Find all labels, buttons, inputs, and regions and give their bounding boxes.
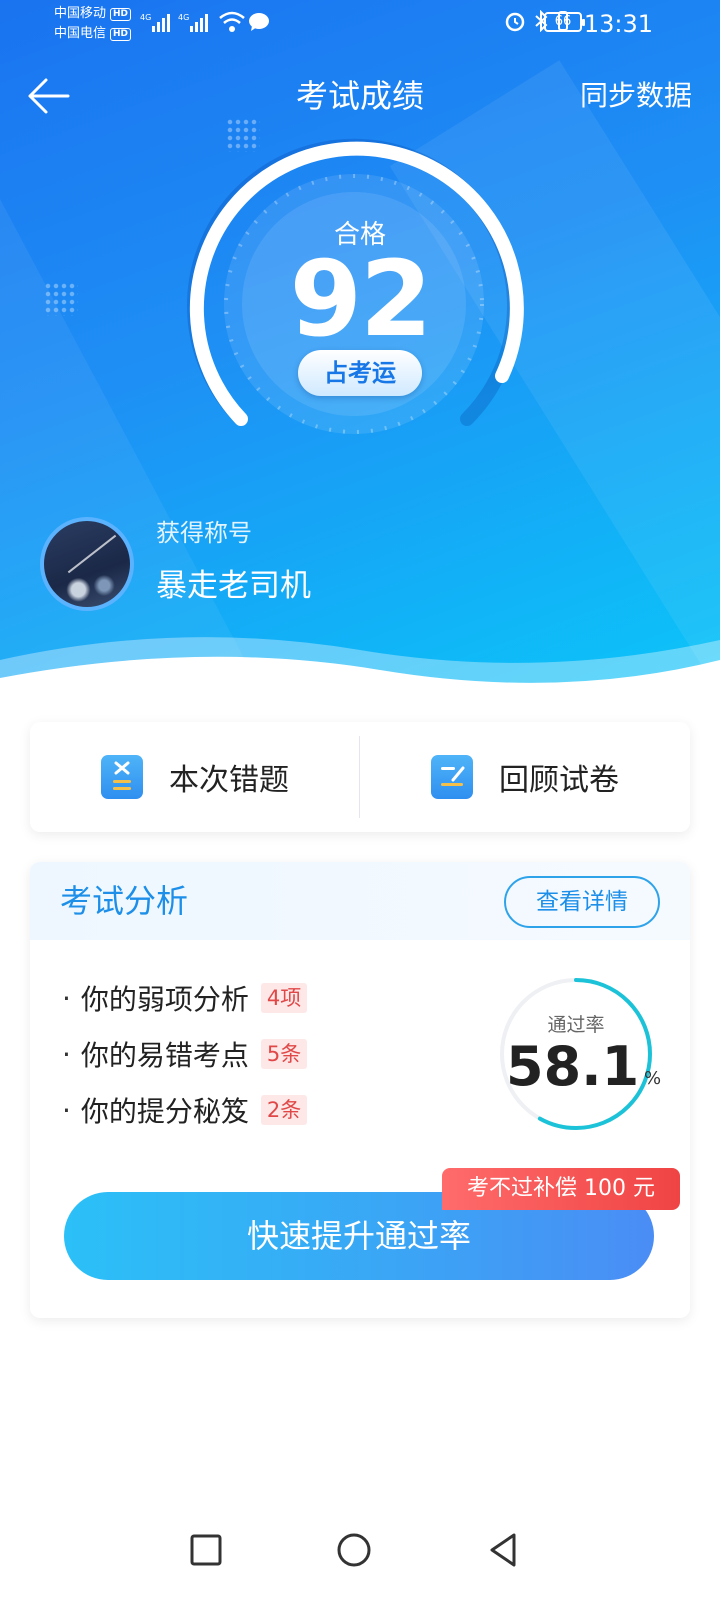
item-text: 你的提分秘笈	[80, 1095, 249, 1128]
battery-indicator: 66	[544, 12, 585, 32]
system-nav-bar	[0, 1500, 720, 1600]
rank-name: 暴走老司机	[156, 568, 311, 604]
bullet: ·	[62, 981, 71, 1015]
bullet: ·	[62, 1037, 71, 1071]
wrong-questions-icon	[101, 755, 143, 799]
weakness-item[interactable]: · 你的弱项分析 4项	[62, 970, 308, 1026]
svg-text:4G: 4G	[178, 13, 189, 22]
alarm-icon	[504, 10, 526, 36]
score-value: 92	[289, 238, 433, 360]
analysis-title: 考试分析	[60, 882, 189, 920]
circle-nav-icon[interactable]	[334, 1530, 374, 1570]
message-icon	[248, 12, 270, 36]
wrong-questions-label: 本次错题	[169, 763, 289, 798]
review-paper-button[interactable]: 回顾试卷	[360, 722, 690, 832]
item-text: 你的弱项分析	[80, 983, 249, 1016]
status-bar: 中国移动 HD 中国电信 HD 4G 4G 66 13:31	[0, 0, 720, 48]
count-tag: 2条	[260, 1095, 308, 1125]
rank-label: 获得称号	[156, 519, 252, 547]
signal-icon: 4G	[140, 12, 174, 38]
analysis-list: · 你的弱项分析 4项 · 你的易错考点 5条 · 你的提分秘笈 2条	[62, 970, 308, 1138]
count-tag: 5条	[260, 1039, 308, 1069]
carrier-2: 中国电信	[54, 26, 107, 41]
analysis-card: 考试分析 查看详情 · 你的弱项分析 4项 · 你的易错考点 5条 · 你的提分…	[30, 862, 690, 1318]
analysis-header: 考试分析 查看详情	[30, 862, 690, 940]
actions-card: 本次错题 回顾试卷	[30, 722, 690, 832]
carrier-info: 中国移动 HD 中国电信 HD	[54, 4, 132, 44]
fortune-button[interactable]: 占考运	[298, 350, 422, 396]
svg-text:4G: 4G	[140, 13, 151, 22]
promo-badge: 考不过补偿 100 元	[442, 1168, 680, 1210]
hd-badge: HD	[110, 7, 132, 21]
view-details-button[interactable]: 查看详情	[504, 876, 660, 928]
error-prone-item[interactable]: · 你的易错考点 5条	[62, 1026, 308, 1082]
item-text: 你的易错考点	[80, 1039, 249, 1072]
review-paper-label: 回顾试卷	[499, 763, 619, 798]
signal-icon: 4G	[178, 12, 212, 38]
review-paper-icon	[431, 755, 473, 799]
count-tag: 4项	[260, 983, 308, 1013]
hd-badge: HD	[110, 27, 132, 41]
carrier-1: 中国移动	[54, 6, 107, 21]
score-header: 中国移动HD 中国电信HD 4G 4G 66 13:31 考试成绩 同步数据	[0, 0, 720, 700]
avatar[interactable]	[40, 517, 134, 611]
bullet: ·	[62, 1093, 71, 1127]
wifi-icon	[218, 10, 246, 38]
pass-rate-unit: %	[644, 1068, 662, 1089]
clock: 13:31	[583, 10, 653, 38]
wrong-questions-button[interactable]: 本次错题	[30, 722, 360, 832]
tips-item[interactable]: · 你的提分秘笈 2条	[62, 1082, 308, 1138]
triangle-back-nav-icon[interactable]	[484, 1530, 524, 1570]
wave-divider	[0, 637, 720, 700]
sync-data-button[interactable]: 同步数据	[580, 76, 692, 116]
pass-rate-value: 58.1	[506, 1035, 640, 1098]
square-nav-icon[interactable]	[186, 1530, 226, 1570]
